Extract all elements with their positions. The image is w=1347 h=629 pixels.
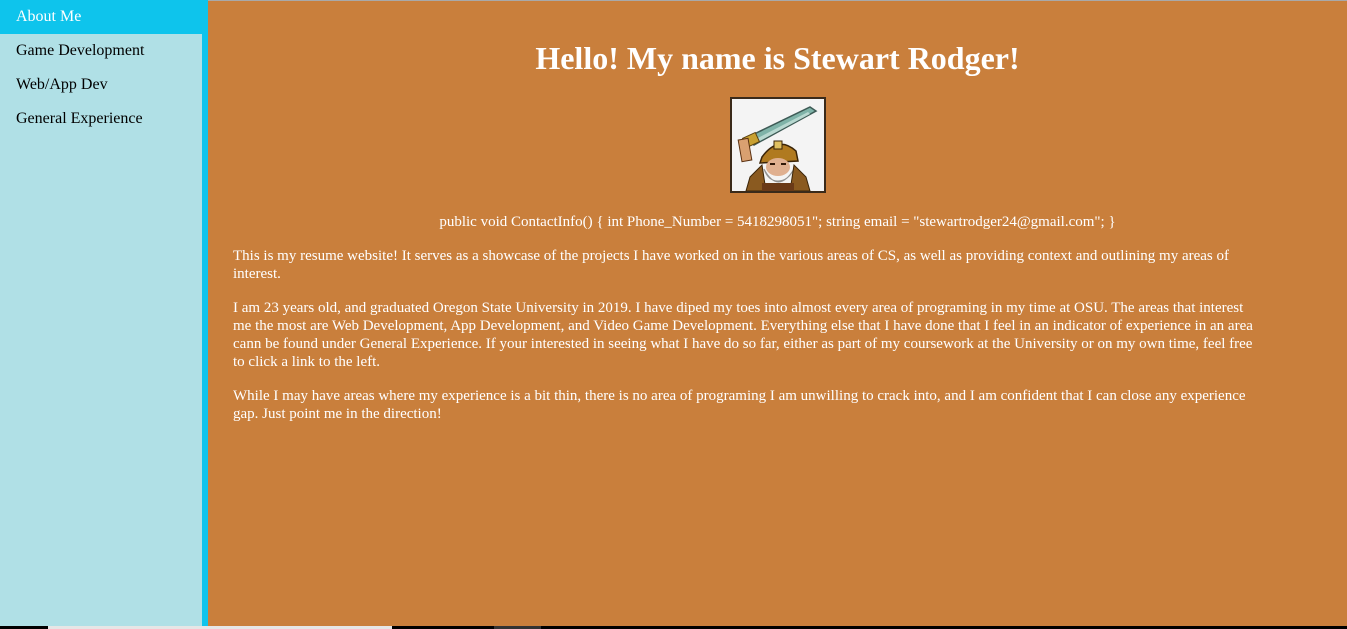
background-paragraph: I am 23 years old, and graduated Oregon …: [233, 300, 1253, 370]
sidebar-item-game-development[interactable]: Game Development: [0, 34, 202, 68]
warrior-avatar-icon: [729, 97, 826, 193]
sidebar-item-web-app-dev[interactable]: Web/App Dev: [0, 68, 202, 102]
sidebar-item-general-experience[interactable]: General Experience: [0, 102, 202, 136]
sidebar-nav: About Me Game Development Web/App Dev Ge…: [0, 0, 202, 626]
page: About Me Game Development Web/App Dev Ge…: [0, 0, 1347, 629]
intro-paragraph: This is my resume website! It serves as …: [233, 248, 1229, 282]
contact-info: public void ContactInfo() { int Phone_Nu…: [439, 214, 1116, 230]
avatar-container: [208, 97, 1347, 197]
about-text: This is my resume website! It serves as …: [208, 247, 1347, 423]
page-title: Hello! My name is Stewart Rodger!: [535, 40, 1020, 76]
closing-paragraph: While I may have areas where my experien…: [233, 388, 1246, 422]
main-content: Hello! My name is Stewart Rodger! public…: [208, 0, 1347, 626]
sidebar-item-about-me[interactable]: About Me: [0, 0, 202, 34]
